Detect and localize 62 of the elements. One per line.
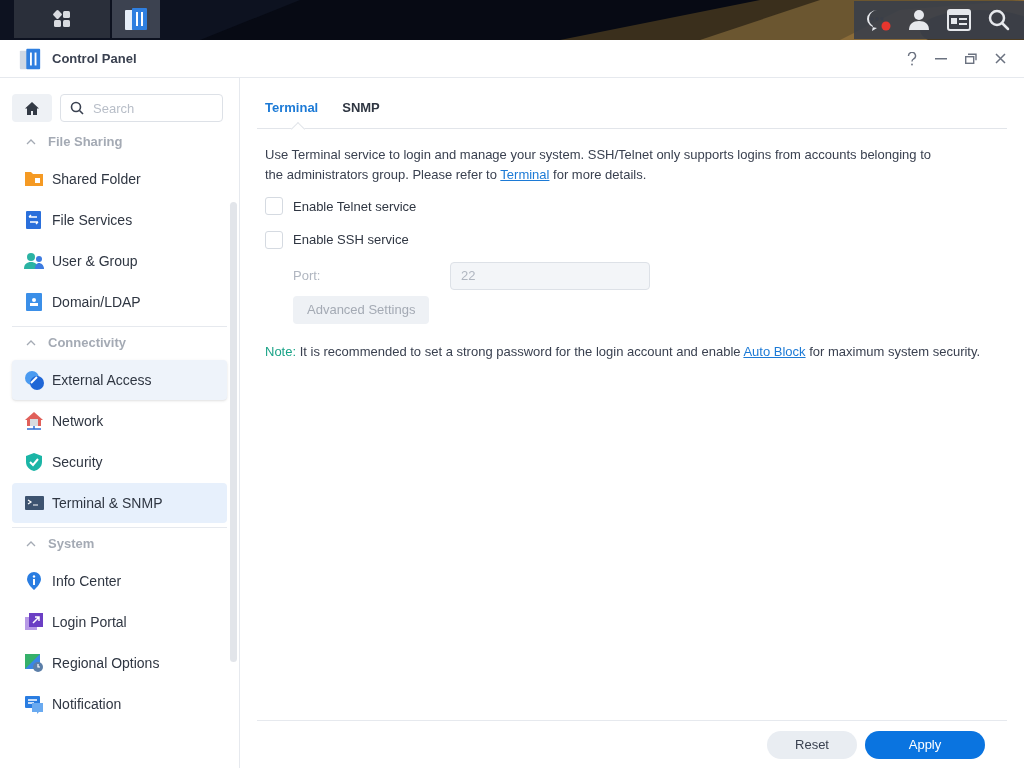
sidebar-item[interactable]: Regional Options xyxy=(12,643,227,683)
tab[interactable]: SNMP xyxy=(342,98,380,118)
control-panel-icon xyxy=(18,46,42,71)
shield-icon xyxy=(24,452,44,472)
message-icon xyxy=(24,694,44,714)
note-text: Note: It is recommended to set a strong password for the login account and enable Auto Block for maximum system security. xyxy=(264,342,982,361)
link-icon xyxy=(24,370,44,390)
user-icon xyxy=(908,9,930,31)
sidebar-item[interactable]: Security xyxy=(12,442,227,482)
id-card-icon xyxy=(24,292,44,312)
search-icon xyxy=(988,9,1010,31)
close-icon xyxy=(995,53,1006,64)
help-icon xyxy=(907,51,917,66)
chevron-icon xyxy=(26,340,36,346)
search-field[interactable]: Search xyxy=(60,94,223,122)
help-button[interactable] xyxy=(907,51,917,66)
port-label: Port: xyxy=(293,266,322,285)
map-clock-icon xyxy=(24,653,44,673)
info-pin-icon xyxy=(24,571,44,591)
scrollbar-thumb[interactable] xyxy=(230,202,237,662)
sidebar-item[interactable]: External Access xyxy=(12,360,227,400)
home-button[interactable] xyxy=(12,94,52,122)
control-panel-icon xyxy=(123,6,149,32)
sidebar-item[interactable]: File Services xyxy=(12,200,227,240)
checkbox[interactable] xyxy=(265,230,283,249)
control-panel-taskbar-button[interactable] xyxy=(112,0,160,38)
reset-button[interactable]: Reset xyxy=(767,730,857,759)
portal-icon xyxy=(24,612,44,632)
sidebar-item[interactable]: Terminal & SNMP xyxy=(12,483,227,523)
minimize-button[interactable] xyxy=(935,57,947,60)
sidebar-item[interactable]: User & Group xyxy=(12,241,227,281)
sidebar-item[interactable]: Domain/LDAP xyxy=(12,282,227,322)
tab[interactable]: Terminal xyxy=(265,98,319,118)
checkbox-label: Enable SSH service xyxy=(293,231,409,249)
chevron-icon xyxy=(26,139,36,145)
home-icon xyxy=(24,100,40,116)
restore-icon xyxy=(965,53,977,64)
sidebar-item[interactable]: Info Center xyxy=(12,561,227,601)
sidebar-item[interactable]: Shared Folder xyxy=(12,159,227,199)
sidebar-item[interactable]: Login Portal xyxy=(12,602,227,642)
restore-button[interactable] xyxy=(965,53,977,64)
folder-icon xyxy=(24,169,44,189)
search-icon xyxy=(70,101,84,115)
widget-panel-icon xyxy=(947,9,971,31)
terminal-link[interactable]: Terminal xyxy=(500,166,550,182)
chevron-icon xyxy=(26,541,36,547)
apps-grid-icon xyxy=(53,10,71,28)
sidebar-item[interactable]: Notification xyxy=(12,684,227,724)
house-network-icon xyxy=(24,411,44,431)
minimize-icon xyxy=(935,57,947,60)
main-menu-button[interactable] xyxy=(14,0,110,38)
checkbox[interactable] xyxy=(265,197,283,216)
checkbox-label: Enable Telnet service xyxy=(293,197,417,216)
file-transfer-icon xyxy=(24,210,44,230)
terminal-icon xyxy=(24,493,44,513)
description-text: Use Terminal service to login and manage your system. SSH/Telnet only supports logins from accounts belonging to the administrators group. Please refer to Terminal for more details. xyxy=(264,145,932,184)
sidebar-item[interactable]: Network xyxy=(12,401,227,441)
auto-block-link[interactable]: Auto Block xyxy=(743,343,806,359)
users-icon xyxy=(24,251,44,271)
apply-button[interactable]: Apply xyxy=(865,730,985,759)
window-title: Control Panel xyxy=(52,49,137,68)
close-button[interactable] xyxy=(995,53,1006,64)
